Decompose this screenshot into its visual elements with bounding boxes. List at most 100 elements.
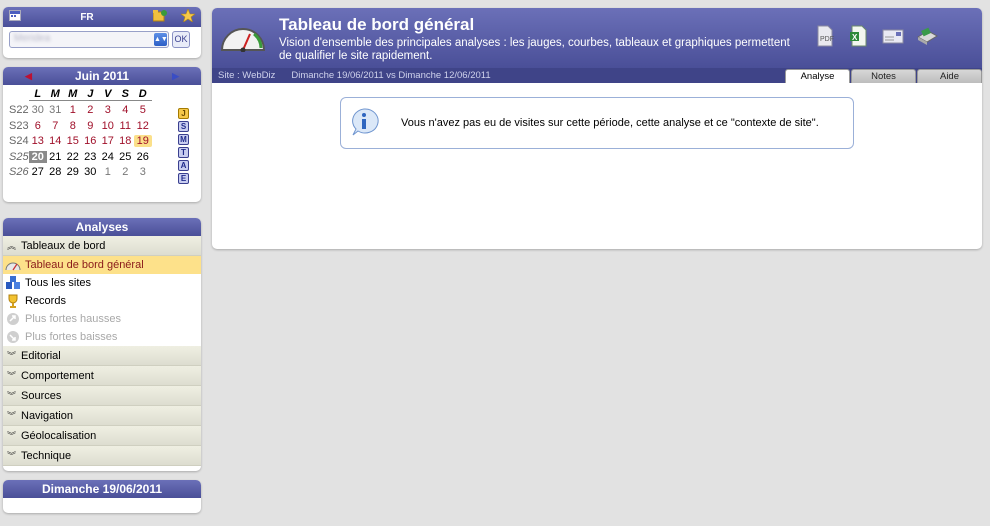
week-number[interactable]: S23 xyxy=(7,120,29,132)
arrow-up-circle-icon xyxy=(5,312,21,326)
calendar-day[interactable]: 13 xyxy=(29,135,47,147)
print-icon[interactable] xyxy=(916,25,938,47)
section-comportement[interactable]: ︾ Comportement xyxy=(3,366,201,386)
site-label: Site : WebDiz xyxy=(218,70,276,81)
calendar-day-current[interactable]: 19 xyxy=(134,135,152,148)
info-message-box: Vous n'avez pas eu de visites sur cette … xyxy=(340,97,854,149)
calendar-day[interactable]: 6 xyxy=(29,120,47,132)
calendar-day[interactable]: 2 xyxy=(82,104,100,116)
tab-analyse[interactable]: Analyse xyxy=(785,69,850,83)
calendar-day[interactable]: 7 xyxy=(47,120,65,132)
calendar-panel: ◀ Juin 2011 ▶ L M M J V S D S22 30 31 1 … xyxy=(3,67,201,202)
chevron-down-icon: ︾ xyxy=(7,351,17,361)
calendar-day[interactable]: 26 xyxy=(134,151,152,163)
dashboard-gauge-icon xyxy=(220,22,266,55)
tab-notes[interactable]: Notes xyxy=(851,69,916,83)
period-week-button[interactable]: S xyxy=(178,121,189,132)
section-technique[interactable]: ︾ Technique xyxy=(3,446,201,466)
calendar-day[interactable]: 27 xyxy=(29,166,47,178)
section-label: Comportement xyxy=(21,369,94,382)
pdf-export-icon[interactable]: PDF xyxy=(814,25,836,47)
chevron-up-icon: ︽ xyxy=(7,241,17,251)
ok-button[interactable]: OK xyxy=(172,31,190,48)
calendar-month: Juin 2011 xyxy=(74,69,130,83)
calendar-week: S22 30 31 1 2 3 4 5 xyxy=(7,103,152,119)
week-number[interactable]: S24 xyxy=(7,135,29,147)
menu-item-plus-fortes-hausses[interactable]: Plus fortes hausses xyxy=(3,310,201,328)
info-message: Vous n'avez pas eu de visites sur cette … xyxy=(401,117,819,129)
calendar-day[interactable]: 1 xyxy=(99,166,117,178)
calendar-day[interactable]: 28 xyxy=(47,166,65,178)
prev-month-icon[interactable]: ◀ xyxy=(25,71,32,82)
week-number[interactable]: S25 xyxy=(7,151,29,163)
calendar-day[interactable]: 15 xyxy=(64,135,82,147)
site-select[interactable]: Meridea ▲▼ xyxy=(9,31,169,48)
calendar-day[interactable]: 30 xyxy=(29,104,47,116)
chevron-down-icon: ︾ xyxy=(7,391,17,401)
calendar-day[interactable]: 29 xyxy=(64,166,82,178)
calendar-day[interactable]: 16 xyxy=(82,135,100,147)
calendar-day[interactable]: 12 xyxy=(134,120,152,132)
calendar-day[interactable]: 3 xyxy=(99,104,117,116)
menu-item-tableau-de-bord-general[interactable]: Tableau de bord général xyxy=(3,256,201,274)
chevron-down-icon: ︾ xyxy=(7,411,17,421)
week-number[interactable]: S26 xyxy=(7,166,29,178)
date-panel: Dimanche 19/06/2011 xyxy=(3,480,201,513)
period-year-button[interactable]: A xyxy=(178,160,189,171)
next-month-icon[interactable]: ▶ xyxy=(172,71,179,82)
calendar-day[interactable]: 9 xyxy=(82,120,100,132)
section-label: Navigation xyxy=(21,409,73,422)
calendar-day[interactable]: 5 xyxy=(134,104,152,116)
calendar-day[interactable]: 24 xyxy=(99,151,117,163)
menu-item-records[interactable]: Records xyxy=(3,292,201,310)
menu-item-tous-les-sites[interactable]: Tous les sites xyxy=(3,274,201,292)
calendar-day[interactable]: 23 xyxy=(82,151,100,163)
calendar-day[interactable]: 3 xyxy=(134,166,152,178)
calendar-day[interactable]: 21 xyxy=(47,151,65,163)
menu-item-plus-fortes-baisses[interactable]: Plus fortes baisses xyxy=(3,328,201,346)
section-geolocalisation[interactable]: ︾ Géolocalisation xyxy=(3,426,201,446)
calendar-day-selected[interactable]: 20 xyxy=(29,150,47,163)
calendar-icon[interactable] xyxy=(9,10,21,24)
calendar-day[interactable]: 4 xyxy=(117,104,135,116)
favorite-star-icon[interactable] xyxy=(180,8,196,25)
section-navigation[interactable]: ︾ Navigation xyxy=(3,406,201,426)
calendar-day[interactable]: 22 xyxy=(64,151,82,163)
folder-add-icon[interactable] xyxy=(152,9,167,25)
section-label: Sources xyxy=(21,389,62,402)
calendar-day[interactable]: 25 xyxy=(117,151,135,163)
calendar-day[interactable]: 31 xyxy=(47,104,65,116)
section-label: Géolocalisation xyxy=(21,429,97,442)
period-custom-button[interactable]: E xyxy=(178,173,189,184)
calendar-day[interactable]: 18 xyxy=(117,135,135,147)
calendar-day[interactable]: 14 xyxy=(47,135,65,147)
section-editorial[interactable]: ︾ Editorial xyxy=(3,346,201,366)
section-label: Tableaux de bord xyxy=(21,239,106,252)
svg-text:PDF: PDF xyxy=(820,36,834,43)
main-header: Tableau de bord général Vision d'ensembl… xyxy=(212,8,982,68)
day-header: D xyxy=(134,88,152,102)
calendar-day[interactable]: 11 xyxy=(117,120,135,132)
period-day-button[interactable]: J xyxy=(178,108,189,119)
section-label: Technique xyxy=(21,449,72,462)
calendar-day[interactable]: 10 xyxy=(99,120,117,132)
calendar-grid: L M M J V S D S22 30 31 1 2 3 4 5 S23 6 … xyxy=(7,87,152,180)
period-month-button[interactable]: M xyxy=(178,134,189,145)
tab-aide[interactable]: Aide xyxy=(917,69,982,83)
language-label[interactable]: FR xyxy=(80,12,93,23)
email-icon[interactable] xyxy=(882,25,904,47)
section-tableaux-de-bord[interactable]: ︽ Tableaux de bord xyxy=(3,236,201,256)
gauge-icon xyxy=(5,258,21,272)
section-sources[interactable]: ︾ Sources xyxy=(3,386,201,406)
calendar-day[interactable]: 2 xyxy=(117,166,135,178)
period-quarter-button[interactable]: T xyxy=(178,147,189,158)
menu-item-label: Plus fortes hausses xyxy=(25,313,121,325)
menu-item-label: Tableau de bord général xyxy=(25,259,144,271)
calendar-day[interactable]: 8 xyxy=(64,120,82,132)
excel-export-icon[interactable]: X xyxy=(848,25,870,47)
calendar-day[interactable]: 30 xyxy=(82,166,100,178)
week-number[interactable]: S22 xyxy=(7,104,29,116)
calendar-day[interactable]: 1 xyxy=(64,104,82,116)
calendar-day[interactable]: 17 xyxy=(99,135,117,147)
menu-item-label: Records xyxy=(25,295,66,307)
